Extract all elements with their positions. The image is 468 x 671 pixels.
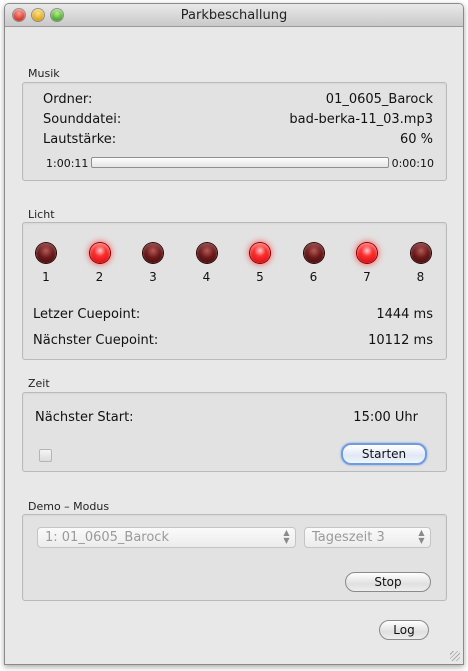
light-3-indicator bbox=[143, 243, 163, 263]
ordner-value: 01_0605_Barock bbox=[325, 92, 433, 107]
light-2-indicator bbox=[89, 243, 110, 263]
light-2-number: 2 bbox=[95, 270, 104, 284]
light-6-indicator bbox=[303, 243, 324, 263]
sounddatei-label: Sounddatei: bbox=[43, 112, 122, 127]
light-8-number: 8 bbox=[416, 270, 425, 284]
light-5-indicator bbox=[250, 243, 270, 263]
time-remaining: 0:00:10 bbox=[391, 157, 434, 170]
title-bar: Parkbeschallung bbox=[5, 4, 463, 27]
select-arrows-icon: ▲ ▼ bbox=[283, 528, 290, 545]
enable-checkbox[interactable] bbox=[39, 449, 52, 462]
select-arrows-icon: ▲ ▼ bbox=[418, 528, 425, 545]
light-4-number: 4 bbox=[202, 270, 211, 284]
start-button[interactable]: Starten bbox=[341, 443, 427, 465]
letzter-cuepoint-label: Letzer Cuepoint: bbox=[33, 307, 141, 322]
licht-box: 1 2 3 4 5 6 7 8 Letzer Cuepoint: 1444 ms Nächst… bbox=[22, 222, 447, 360]
ordner-label: Ordner: bbox=[43, 92, 93, 107]
lautstaerke-label: Lautstärke: bbox=[43, 132, 117, 147]
naechster-cuepoint-label: Nächster Cuepoint: bbox=[33, 333, 159, 348]
resize-grip-icon[interactable] bbox=[450, 651, 460, 661]
naechster-cuepoint-value: 10112 ms bbox=[368, 333, 433, 348]
time-elapsed: 1:00:11 bbox=[46, 157, 89, 170]
log-button[interactable]: Log bbox=[379, 620, 429, 640]
light-1-number: 1 bbox=[42, 270, 50, 284]
section-label-zeit: Zeit bbox=[28, 377, 50, 390]
zeit-box: Nächster Start: 15:00 Uhr Starten bbox=[22, 392, 447, 472]
light-3-number: 3 bbox=[149, 270, 157, 284]
stop-button[interactable]: Stop bbox=[345, 572, 431, 592]
light-8-indicator bbox=[410, 243, 431, 263]
light-6-number: 6 bbox=[309, 270, 318, 284]
demo-box: 1: 01_0605_Barock ▲ ▼ Tageszeit 3 ▲ ▼ Stop bbox=[22, 514, 447, 601]
musik-box: Ordner: 01_0605_Barock Sounddatei: bad-b… bbox=[22, 82, 447, 181]
naechster-start-label: Nächster Start: bbox=[35, 410, 134, 425]
tageszeit-select-value: Tageszeit 3 bbox=[312, 530, 385, 545]
light-5-number: 5 bbox=[256, 270, 264, 284]
light-7-indicator bbox=[357, 243, 377, 263]
playback-progress-bar bbox=[91, 157, 389, 168]
window-title: Parkbeschallung bbox=[180, 8, 288, 23]
section-label-demo: Demo – Modus bbox=[28, 500, 110, 513]
lautstaerke-value: 60 % bbox=[399, 132, 433, 147]
tageszeit-select[interactable]: Tageszeit 3 ▲ ▼ bbox=[304, 527, 431, 548]
letzter-cuepoint-value: 1444 ms bbox=[376, 307, 433, 322]
naechster-start-value: 15:00 Uhr bbox=[353, 410, 418, 425]
app-window: Parkbeschallung Musik Ordner: 01_0605_Ba… bbox=[4, 3, 464, 665]
light-4-indicator bbox=[196, 243, 217, 263]
demo-ordner-select-value: 1: 01_0605_Barock bbox=[45, 530, 169, 545]
demo-ordner-select[interactable]: 1: 01_0605_Barock ▲ ▼ bbox=[37, 527, 296, 548]
sounddatei-value: bad-berka-11_03.mp3 bbox=[289, 112, 433, 127]
section-label-musik: Musik bbox=[28, 67, 60, 80]
light-1-indicator bbox=[36, 243, 56, 263]
light-7-number: 7 bbox=[363, 270, 371, 284]
section-label-licht: Licht bbox=[28, 208, 55, 221]
